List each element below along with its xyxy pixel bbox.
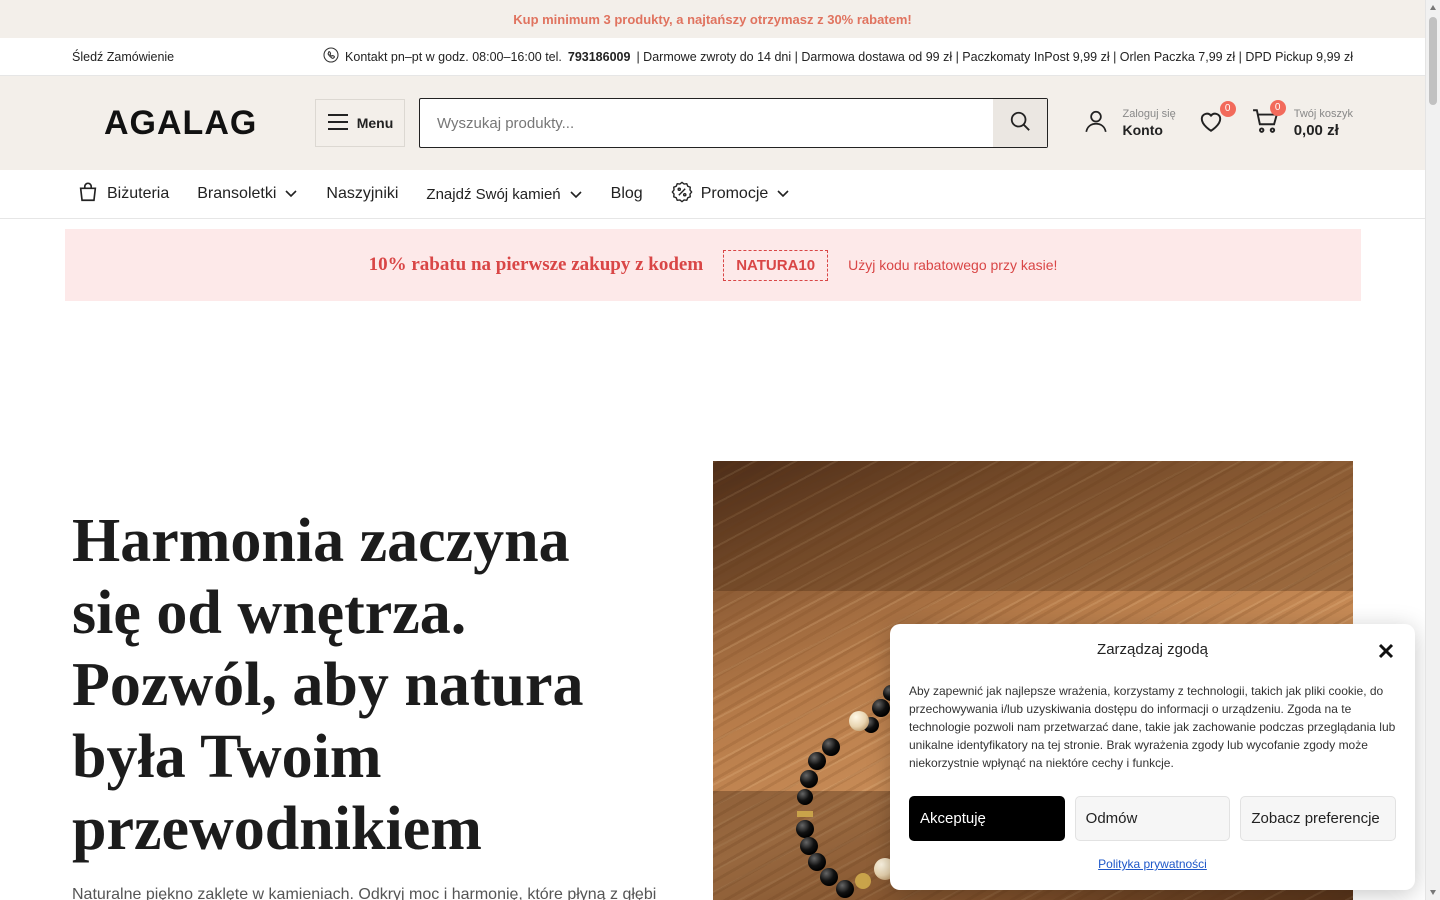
- close-icon[interactable]: [1377, 642, 1395, 660]
- chevron-down-icon: [776, 185, 790, 203]
- promo-hint: Użyj kodu rabatowego przy kasie!: [848, 257, 1058, 273]
- cart-total: 0,00 zł: [1293, 121, 1339, 139]
- search-input[interactable]: [420, 99, 993, 147]
- nav-item-promocje[interactable]: Promocje: [671, 181, 791, 208]
- accept-button[interactable]: Akceptuję: [909, 796, 1065, 841]
- nav-item-naszyjniki[interactable]: Naszyjniki: [326, 185, 398, 203]
- wishlist-button[interactable]: 0: [1198, 100, 1236, 138]
- promo-code[interactable]: NATURA10: [723, 249, 829, 281]
- account-link[interactable]: Zaloguj się Konto: [1083, 108, 1176, 139]
- nav-label: Naszyjniki: [326, 185, 399, 202]
- hamburger-icon: [327, 113, 349, 134]
- top-bar: Śledź Zamówienie Kontakt pn–pt w godz. 0…: [0, 38, 1425, 76]
- contact-info: Kontakt pn–pt w godz. 08:00–16:00 tel. 7…: [323, 47, 1353, 66]
- page: Kup minimum 3 produkty, a najtańszy otrz…: [0, 0, 1425, 900]
- nav-label: Bransoletki: [197, 185, 277, 202]
- cookie-title: Zarządzaj zgodą: [1097, 641, 1208, 658]
- header-actions: Zaloguj się Konto 0 0 Twój koszyk 0,00 z…: [1083, 99, 1353, 139]
- announcement-bar: Kup minimum 3 produkty, a najtańszy otrz…: [0, 0, 1425, 38]
- account-small-label: Zaloguj się: [1122, 108, 1176, 120]
- nav-item-znajdz-kamien[interactable]: Znajdź Swój kamień: [426, 186, 582, 203]
- main-nav: Biżuteria Bransoletki Naszyjniki Znajdź …: [0, 170, 1425, 219]
- search-button[interactable]: [993, 99, 1047, 147]
- search-bar: [419, 98, 1048, 148]
- cart-count-badge: 0: [1269, 99, 1286, 116]
- nav-label: Znajdź Swój kamień: [426, 185, 561, 203]
- menu-label: Menu: [356, 115, 394, 131]
- header: AGALAG Menu Zaloguj się Konto: [0, 76, 1425, 170]
- nav-label: Biżuteria: [107, 185, 170, 202]
- hero-title: Harmonia zaczyna się od wnętrza. Pozwól,…: [72, 505, 682, 865]
- nav-item-blog[interactable]: Blog: [611, 185, 643, 203]
- nav-item-bizuteria[interactable]: Biżuteria: [77, 181, 169, 208]
- account-label: Konto: [1122, 122, 1163, 138]
- nav-item-bransoletki[interactable]: Bransoletki: [197, 185, 298, 203]
- hero-subtitle: Naturalne piękno zaklęte w kamieniach. O…: [72, 886, 657, 900]
- cookie-buttons: Akceptuję Odmów Zobacz preferencje: [909, 796, 1397, 841]
- promo-banner: 10% rabatu na pierwsze zakupy z kodem NA…: [65, 229, 1361, 301]
- deny-button[interactable]: Odmów: [1074, 796, 1231, 841]
- scrollbar-thumb[interactable]: [1429, 17, 1437, 105]
- track-order-link[interactable]: Śledź Zamówienie: [72, 50, 174, 64]
- menu-button[interactable]: Menu: [315, 99, 405, 147]
- shopping-bag-icon: [77, 181, 99, 208]
- wishlist-count-badge: 0: [1219, 100, 1236, 117]
- logo[interactable]: AGALAG: [104, 104, 315, 143]
- hero-title-line: Harmonia zaczyna: [72, 507, 570, 575]
- hero-title-line: przewodnikiem: [72, 795, 482, 863]
- search-icon: [1009, 110, 1031, 137]
- cart-small-label: Twój koszyk: [1293, 107, 1353, 120]
- preferences-button[interactable]: Zobacz preferencje: [1240, 796, 1397, 841]
- promo-title: 10% rabatu na pierwsze zakupy z kodem: [368, 254, 704, 275]
- phone-icon: [323, 47, 339, 66]
- cart-button[interactable]: 0 Twój koszyk 0,00 zł: [1252, 99, 1353, 139]
- privacy-policy-link[interactable]: Polityka prywatności: [909, 857, 1396, 871]
- announcement-text: Kup minimum 3 produkty, a najtańszy otrz…: [513, 11, 912, 27]
- scroll-down-arrow-icon[interactable]: [1430, 890, 1436, 895]
- hero-title-line: Pozwól, aby natura: [72, 651, 584, 719]
- hero-title-line: była Twoim: [72, 723, 382, 791]
- scrollbar[interactable]: [1425, 0, 1440, 900]
- phone-number[interactable]: 793186009: [568, 50, 631, 64]
- chevron-down-icon: [569, 186, 583, 203]
- chevron-down-icon: [284, 185, 298, 203]
- heart-icon: [1198, 112, 1224, 137]
- discount-badge-icon: [671, 181, 693, 208]
- nav-label: Blog: [610, 185, 643, 202]
- contact-prefix: Kontakt pn–pt w godz. 08:00–16:00 tel.: [345, 49, 562, 64]
- shipping-info: | Darmowe zwroty do 14 dni | Darmowa dos…: [636, 49, 1353, 64]
- cookie-consent-dialog: Zarządzaj zgodą Aby zapewnić jak najleps…: [890, 624, 1415, 890]
- user-icon: [1083, 108, 1109, 139]
- hero-title-line: się od wnętrza.: [72, 579, 467, 647]
- nav-label: Promocje: [700, 185, 769, 202]
- scroll-up-arrow-icon[interactable]: [1430, 5, 1436, 10]
- cookie-text: Aby zapewnić jak najlepsze wrażenia, kor…: [909, 684, 1396, 770]
